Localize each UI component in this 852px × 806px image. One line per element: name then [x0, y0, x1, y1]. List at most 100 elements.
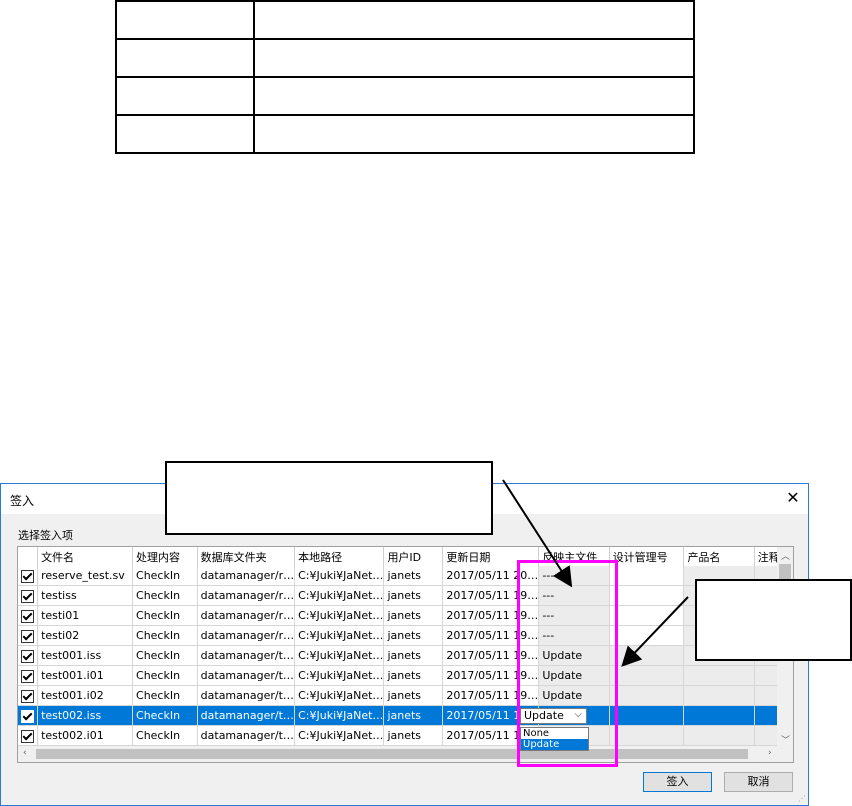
table-row[interactable]: test001.iss CheckIn datamanager/t… C:¥Juki¥…	[18, 645, 793, 666]
cell-check[interactable]	[18, 685, 39, 706]
table-cell	[253, 0, 695, 40]
cancel-button[interactable]: 取消	[724, 772, 793, 792]
cell-check[interactable]	[18, 585, 39, 606]
cell-user: janets	[383, 725, 444, 746]
cell-folder: datamanager/t…	[197, 685, 296, 706]
col-header[interactable]: 本地路径	[294, 547, 385, 566]
cell-design-no	[609, 625, 685, 646]
checkbox[interactable]	[21, 729, 34, 743]
resize-grip-icon[interactable]: ⋰	[798, 794, 806, 803]
header-check[interactable]	[18, 547, 39, 566]
cell-path: C:¥Juki¥JaNet…	[294, 725, 385, 746]
cell-product	[683, 685, 755, 706]
close-icon[interactable]: ✕	[784, 489, 802, 507]
grid-table: 文件名 处理内容 数据库文件夹 本地路径 用户ID 更新日期 反映主文件 设计管…	[18, 547, 793, 746]
dropdown-list: None Update	[520, 727, 589, 751]
table-cell	[115, 76, 255, 116]
table-row[interactable]: testi02 CheckIn datamanager/r… C:¥Juki¥JaNe…	[18, 625, 793, 646]
cell-folder: datamanager/t…	[197, 645, 296, 666]
cell-design-no	[609, 566, 685, 586]
cell-reflect[interactable]: Update	[538, 685, 610, 706]
dropdown-value: Update	[524, 709, 564, 722]
cell-folder: datamanager/r…	[197, 566, 296, 586]
table-row[interactable]: test001.i01 CheckIn datamanager/t… C:¥Juki¥…	[18, 665, 793, 686]
col-header[interactable]: 反映主文件	[538, 547, 610, 566]
cell-reflect[interactable]: Update	[538, 665, 610, 686]
cell-action: CheckIn	[132, 605, 198, 626]
scroll-up-icon[interactable]: ︿	[781, 549, 790, 562]
col-header[interactable]: 产品名	[683, 547, 755, 566]
cell-user: janets	[383, 566, 444, 586]
cell-path: C:¥Juki¥JaNet…	[294, 705, 385, 726]
cell-check[interactable]	[18, 645, 39, 666]
cell-user: janets	[383, 605, 444, 626]
checkbox[interactable]	[21, 709, 34, 723]
horizontal-scrollbar[interactable]: ‹ ›	[18, 746, 793, 762]
reflect-dropdown[interactable]: Update ⌵	[520, 708, 587, 724]
cell-check[interactable]	[18, 566, 39, 586]
table-cell	[115, 38, 255, 78]
group-label: 选择签入项	[18, 529, 73, 542]
scroll-right-icon[interactable]: ›	[768, 748, 772, 758]
cell-product	[683, 725, 755, 746]
cell-user: janets	[383, 665, 444, 686]
cell-reflect[interactable]: Update	[538, 645, 610, 666]
dropdown-option[interactable]: Update	[521, 739, 588, 750]
col-header[interactable]: 文件名	[37, 547, 134, 566]
checkbox[interactable]	[21, 649, 34, 663]
checkbox[interactable]	[21, 689, 34, 703]
cell-design-no	[609, 705, 685, 726]
table-cell	[253, 38, 695, 78]
col-header[interactable]: 用户ID	[383, 547, 444, 566]
checkbox[interactable]	[21, 589, 34, 603]
cell-folder: datamanager/t…	[197, 725, 296, 746]
cell-folder: datamanager/r…	[197, 625, 296, 646]
checkbox[interactable]	[21, 669, 34, 683]
col-header[interactable]: 处理内容	[132, 547, 198, 566]
table-row[interactable]: testi01 CheckIn datamanager/r… C:¥Juki¥JaNe…	[18, 605, 793, 626]
col-header[interactable]: 更新日期	[442, 547, 540, 566]
cell-action: CheckIn	[132, 705, 198, 726]
table-cell	[253, 76, 695, 116]
cell-user: janets	[383, 585, 444, 606]
cell-reflect[interactable]: ---	[538, 585, 610, 606]
checkin-button[interactable]: 签入	[643, 772, 712, 792]
cell-path: C:¥Juki¥JaNet…	[294, 645, 385, 666]
scroll-down-icon[interactable]: ﹀	[781, 733, 790, 746]
table-row[interactable]: test002.i01 CheckIn datamanager/t… C:¥Juki¥…	[18, 725, 793, 746]
table-row[interactable]: testiss CheckIn datamanager/r… C:¥Juki¥JaNe…	[18, 585, 793, 606]
dropdown-option[interactable]: None	[521, 728, 588, 739]
cell-action: CheckIn	[132, 725, 198, 746]
cell-check[interactable]	[18, 725, 39, 746]
col-header[interactable]: 设计管理号	[609, 547, 685, 566]
checkin-grid[interactable]: 文件名 处理内容 数据库文件夹 本地路径 用户ID 更新日期 反映主文件 设计管…	[17, 546, 794, 763]
scroll-left-icon[interactable]: ‹	[23, 748, 27, 758]
scroll-thumb[interactable]	[36, 749, 748, 759]
cell-check[interactable]	[18, 605, 39, 626]
cell-check[interactable]	[18, 705, 39, 726]
cell-date: 2017/05/11 19…	[442, 685, 540, 706]
cell-check[interactable]	[18, 665, 39, 686]
checkbox[interactable]	[21, 629, 34, 643]
checkbox[interactable]	[21, 569, 34, 583]
cell-path: C:¥Juki¥JaNet…	[294, 566, 385, 586]
cell-folder: datamanager/r…	[197, 605, 296, 626]
table-row[interactable]: reserve_test.sv CheckIn datamanager/r… C:¥J…	[18, 566, 793, 586]
table-row[interactable]: test001.i02 CheckIn datamanager/t… C:¥Juki¥…	[18, 685, 793, 706]
cell-reflect[interactable]: ---	[538, 605, 610, 626]
cell-user: janets	[383, 685, 444, 706]
cell-name: reserve_test.sv	[37, 566, 134, 586]
cell-check[interactable]	[18, 625, 39, 646]
cell-reflect[interactable]: ---	[538, 566, 610, 586]
cell-path: C:¥Juki¥JaNet…	[294, 625, 385, 646]
table-row[interactable]: test002.iss CheckIn datamanager/t… C:¥Juki¥…	[18, 705, 793, 726]
table-cell	[115, 114, 255, 154]
cell-action: CheckIn	[132, 665, 198, 686]
cell-design-no	[609, 665, 685, 686]
cell-date: 2017/05/11 19…	[442, 585, 540, 606]
cell-reflect[interactable]: ---	[538, 625, 610, 646]
cell-action: CheckIn	[132, 566, 198, 586]
col-header[interactable]: 数据库文件夹	[197, 547, 296, 566]
checkbox[interactable]	[21, 609, 34, 623]
cell-action: CheckIn	[132, 585, 198, 606]
